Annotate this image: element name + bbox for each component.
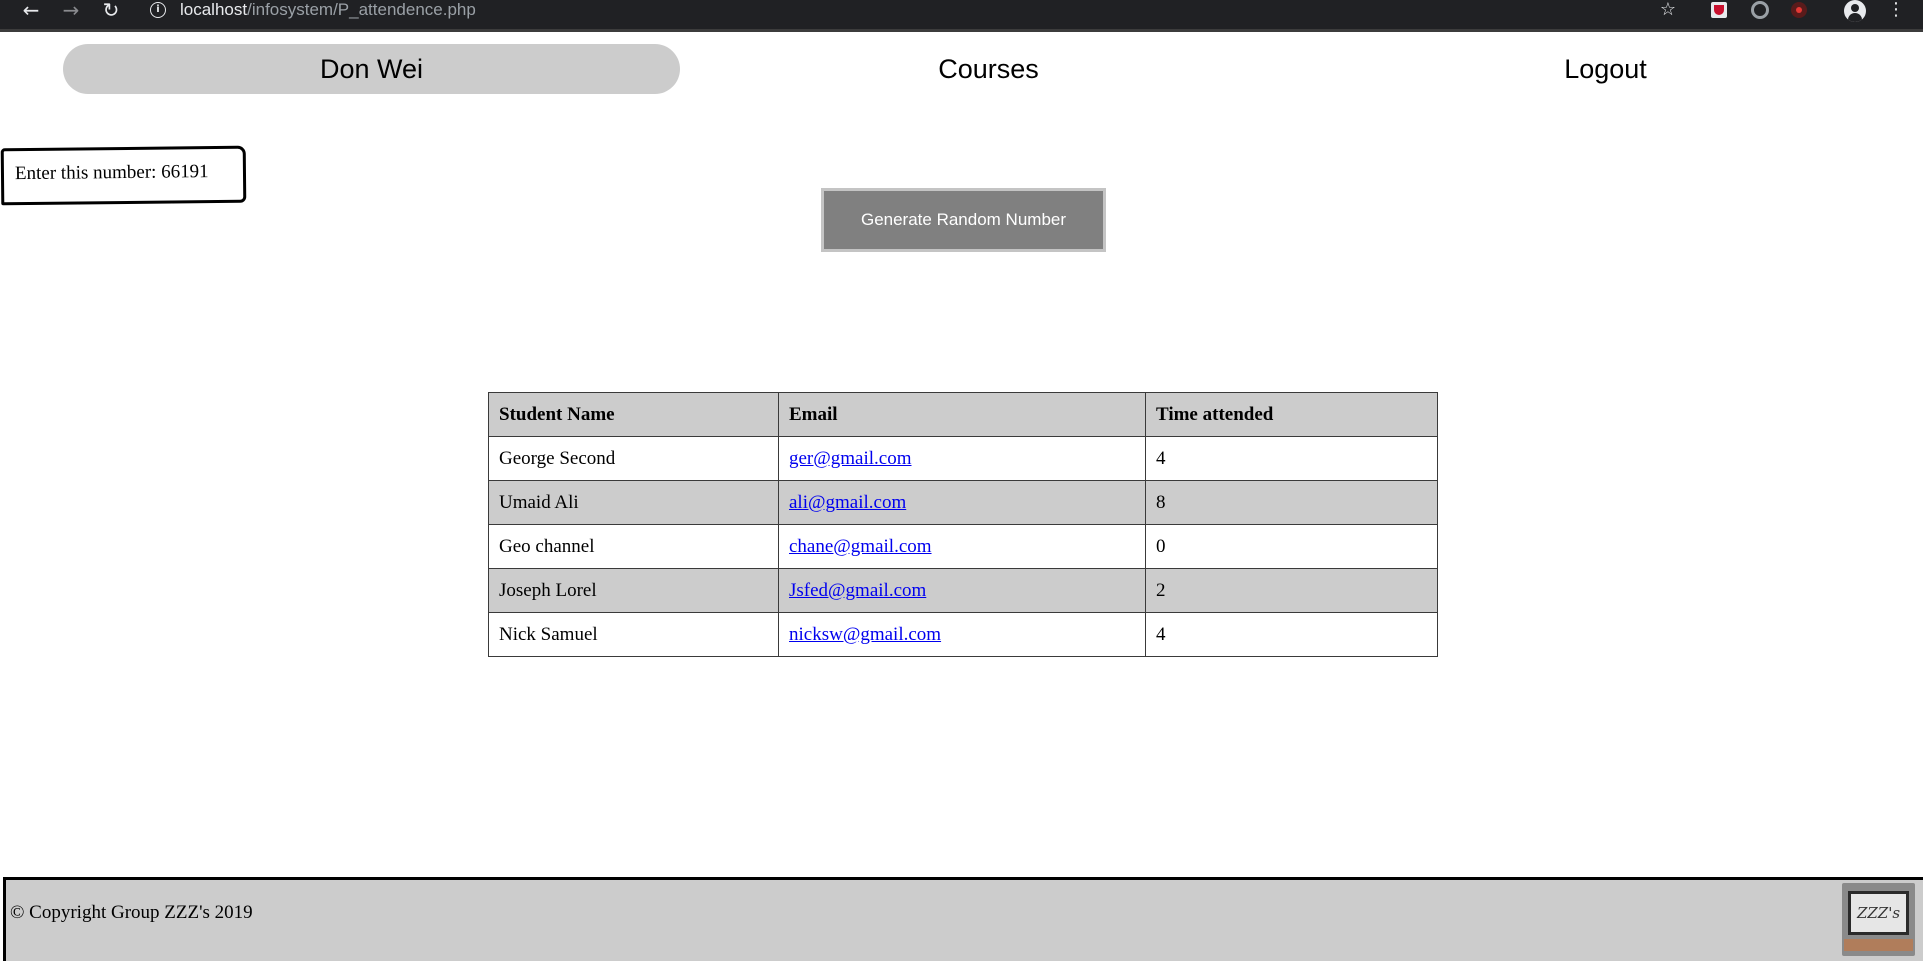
extension-red-icon[interactable] — [1791, 2, 1807, 18]
nav-logout[interactable]: Logout — [1297, 44, 1914, 94]
back-icon[interactable]: ← — [16, 0, 46, 22]
url-path: /infosystem/P_attendence.php — [247, 0, 476, 19]
logo-text: ZZZ's — [1848, 891, 1909, 935]
time-attended-cell: 4 — [1145, 436, 1438, 481]
info-icon[interactable]: i — [150, 2, 166, 18]
time-attended-cell: 0 — [1145, 524, 1438, 569]
email-link[interactable]: nicksw@gmail.com — [789, 624, 941, 645]
random-number-label: Enter this number: 66191 — [14, 161, 209, 185]
email-cell: Jsfed@gmail.com — [778, 568, 1146, 613]
star-icon[interactable]: ☆ — [1657, 0, 1679, 20]
student-name-cell: Nick Samuel — [488, 612, 779, 657]
header-time-attended: Time attended — [1145, 392, 1438, 437]
header-student-name: Student Name — [488, 392, 779, 437]
random-number-box: Enter this number: 66191 — [0, 145, 247, 206]
menu-dots-icon[interactable]: ⋮ — [1885, 0, 1907, 20]
email-link[interactable]: ali@gmail.com — [789, 492, 906, 513]
top-nav: Don Wei Courses Logout — [0, 44, 1923, 94]
student-name-cell: Umaid Ali — [488, 480, 779, 525]
footer: © Copyright Group ZZZ's 2019 ZZZ's — [3, 877, 1923, 961]
generate-random-number-button[interactable]: Generate Random Number — [821, 188, 1106, 252]
browser-toolbar: ← → ↻ i localhost/infosystem/P_attendenc… — [0, 0, 1923, 32]
email-cell: ger@gmail.com — [778, 436, 1146, 481]
header-email: Email — [778, 392, 1146, 437]
nav-courses[interactable]: Courses — [680, 44, 1297, 94]
email-link[interactable]: chane@gmail.com — [789, 536, 932, 557]
reload-icon[interactable]: ↻ — [96, 0, 126, 22]
time-attended-cell: 8 — [1145, 480, 1438, 525]
table-row: Joseph Lorel Jsfed@gmail.com 2 — [488, 568, 1438, 613]
logo-stand — [1844, 939, 1913, 951]
time-attended-cell: 2 — [1145, 568, 1438, 613]
student-name-cell: George Second — [488, 436, 779, 481]
table-row: Nick Samuel nicksw@gmail.com 4 — [488, 612, 1438, 657]
email-link[interactable]: Jsfed@gmail.com — [789, 580, 926, 601]
table-row: Umaid Ali ali@gmail.com 8 — [488, 480, 1438, 525]
extension-shield-icon[interactable] — [1711, 2, 1727, 18]
copyright-text: © Copyright Group ZZZ's 2019 — [10, 902, 253, 923]
attendance-table: Student Name Email Time attended George … — [488, 392, 1438, 657]
profile-icon[interactable] — [1844, 0, 1866, 22]
group-logo: ZZZ's — [1842, 883, 1915, 956]
address-bar[interactable]: localhost/infosystem/P_attendence.php — [180, 0, 476, 22]
email-link[interactable]: ger@gmail.com — [789, 448, 912, 469]
email-cell: ali@gmail.com — [778, 480, 1146, 525]
table-row: Geo channel chane@gmail.com 0 — [488, 524, 1438, 569]
extension-circle-icon[interactable] — [1751, 1, 1769, 19]
email-cell: chane@gmail.com — [778, 524, 1146, 569]
forward-icon[interactable]: → — [56, 0, 86, 22]
table-header-row: Student Name Email Time attended — [488, 392, 1438, 437]
url-host: localhost — [180, 0, 248, 19]
table-row: George Second ger@gmail.com 4 — [488, 436, 1438, 481]
student-name-cell: Geo channel — [488, 524, 779, 569]
student-name-cell: Joseph Lorel — [488, 568, 779, 613]
nav-user[interactable]: Don Wei — [63, 44, 680, 94]
email-cell: nicksw@gmail.com — [778, 612, 1146, 657]
time-attended-cell: 4 — [1145, 612, 1438, 657]
